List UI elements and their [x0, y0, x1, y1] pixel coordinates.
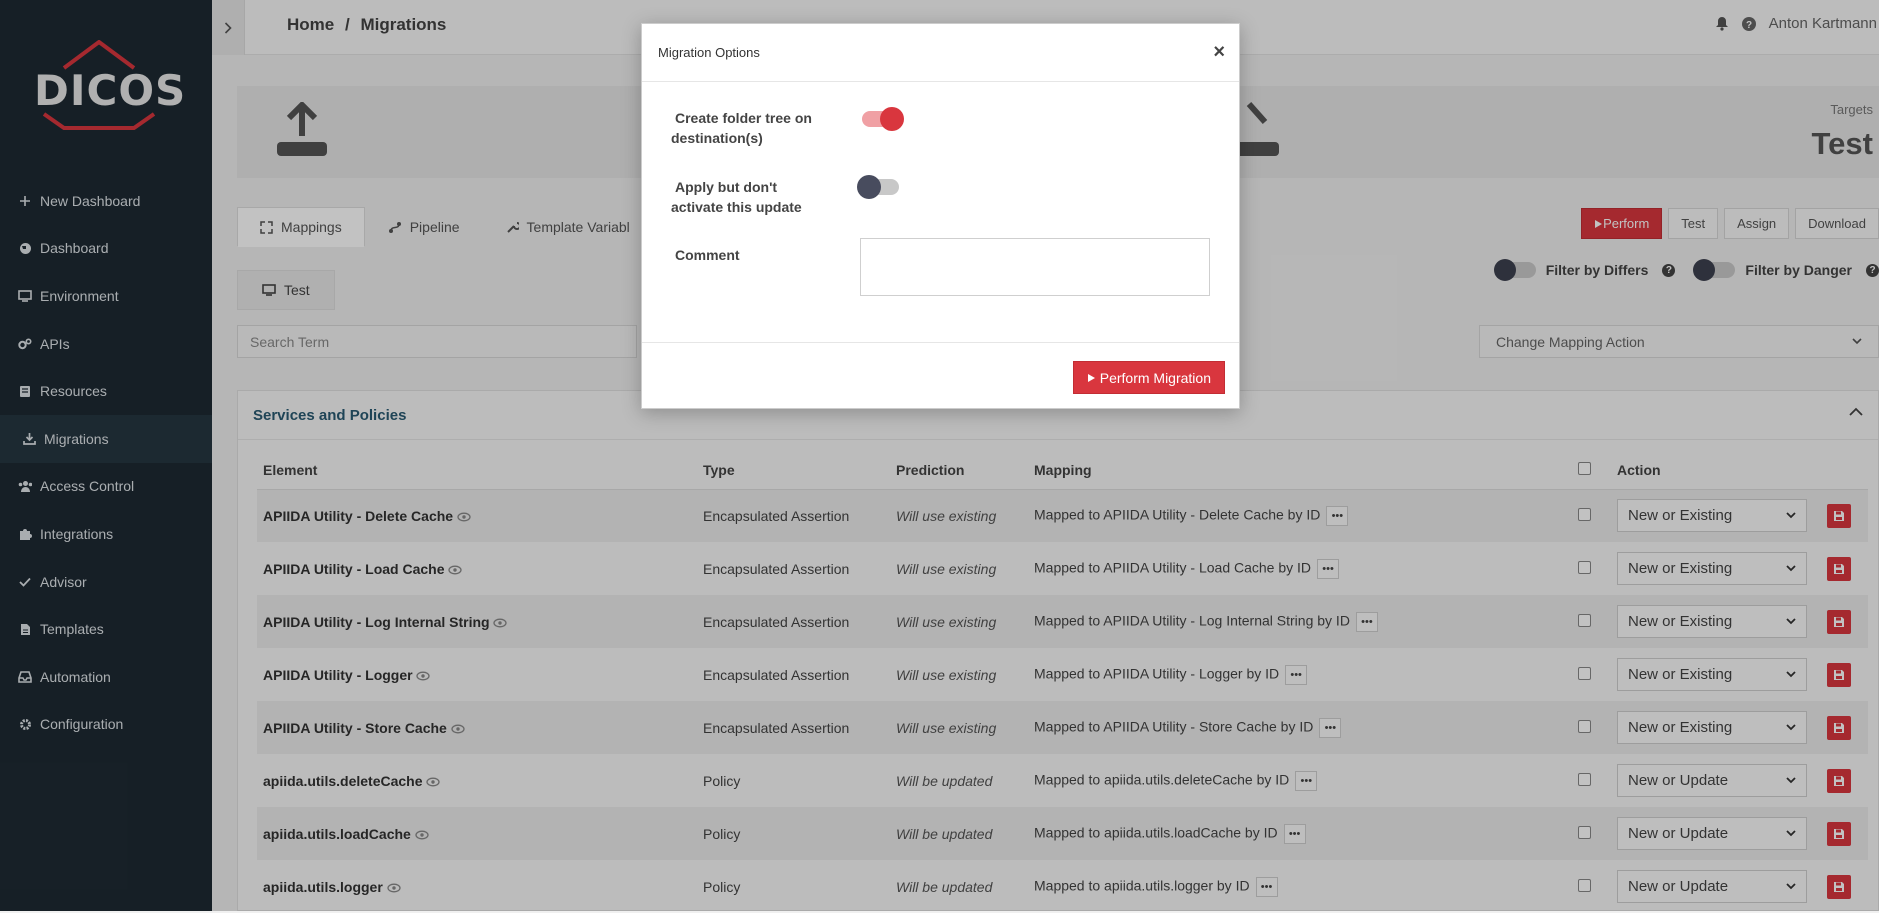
toggle-knob [880, 107, 904, 131]
modal-footer: Perform Migration [642, 342, 1239, 408]
folder-tree-toggle[interactable] [862, 107, 904, 131]
play-icon [1087, 373, 1095, 382]
perform-migration-label: Perform Migration [1099, 369, 1211, 386]
close-icon[interactable]: × [1213, 41, 1225, 64]
folder-tree-label-line: destination(s) [671, 130, 763, 146]
perform-migration-button[interactable]: Perform Migration [1072, 361, 1225, 394]
apply-label-line: activate this update [671, 199, 802, 215]
comment-label: Comment [675, 247, 740, 263]
toggle-knob [857, 175, 881, 199]
folder-tree-label-line: Create folder tree on [675, 110, 812, 126]
apply-label-line: Apply but don't [675, 179, 778, 195]
folder-tree-label: Create folder tree on destination(s) [671, 108, 812, 148]
comment-textarea[interactable] [860, 238, 1210, 296]
apply-label: Apply but don't activate this update [671, 177, 802, 217]
modal-title: Migration Options [642, 24, 1239, 82]
migration-options-modal: Migration Options × Create folder tree o… [641, 23, 1240, 409]
apply-no-activate-toggle[interactable] [857, 175, 899, 199]
